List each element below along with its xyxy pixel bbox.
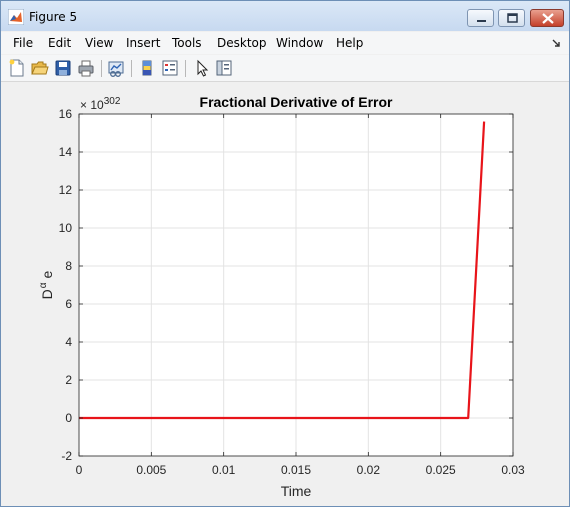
y-axis-label-suffix: e — [39, 270, 55, 278]
open-file-icon[interactable] — [31, 59, 49, 77]
y-tick-label: 2 — [65, 373, 72, 387]
x-tick-label: 0.015 — [281, 463, 311, 477]
y-tick-label: 6 — [65, 297, 72, 311]
y-tick-label: 4 — [65, 335, 72, 349]
edit-plot-arrow-icon[interactable] — [193, 59, 211, 77]
y-tick-label: 10 — [59, 221, 73, 235]
y-tick-label: 0 — [65, 411, 72, 425]
matlab-icon — [8, 9, 24, 25]
x-tick-labels: 0 0.005 0.01 0.015 0.02 0.025 0.03 — [76, 463, 525, 477]
menu-edit[interactable]: Edit — [48, 36, 71, 50]
minimize-icon — [477, 20, 486, 22]
plot-svg: 0 0.005 0.01 0.015 0.02 0.025 0.03 -2 0 2 4 6 8 10 12… — [38, 94, 525, 499]
menu-bar: File Edit View Insert Tools Desktop Wind… — [1, 32, 569, 54]
y-tick-label: -2 — [61, 449, 72, 463]
menu-file[interactable]: File — [13, 36, 33, 50]
window-title: Figure 5 — [29, 10, 78, 24]
insert-colorbar-icon[interactable] — [138, 59, 156, 77]
save-icon[interactable] — [54, 59, 72, 77]
y-tick-label: 12 — [59, 183, 73, 197]
figure-window: Figure 5 File Edit View Insert Tools Des… — [0, 0, 570, 507]
toolbar-separator — [101, 60, 102, 77]
print-icon[interactable] — [77, 59, 95, 77]
close-icon — [542, 13, 554, 24]
menu-help[interactable]: Help — [336, 36, 363, 50]
y-tick-label: 14 — [59, 145, 73, 159]
y-axis-label: Dαe — [38, 270, 55, 299]
minimize-button[interactable] — [467, 9, 494, 27]
menu-tools[interactable]: Tools — [172, 36, 202, 50]
y-exponent-label: × 10302 — [80, 96, 121, 112]
x-axis-label: Time — [281, 483, 312, 499]
y-tick-labels: -2 0 2 4 6 8 10 12 14 16 — [59, 107, 73, 463]
dock-arrow-icon[interactable] — [551, 38, 561, 48]
y-exponent-value: 302 — [104, 96, 121, 107]
toolbar-separator — [185, 60, 186, 77]
close-button[interactable] — [530, 9, 564, 27]
chart-title: Fractional Derivative of Error — [200, 94, 394, 110]
y-tick-label: 8 — [65, 259, 72, 273]
x-tick-label: 0 — [76, 463, 83, 477]
figure-toolbar — [1, 55, 569, 82]
title-bar[interactable]: Figure 5 — [1, 1, 569, 31]
link-plot-icon[interactable] — [107, 59, 125, 77]
x-tick-label: 0.01 — [212, 463, 236, 477]
show-plot-tools-icon[interactable] — [215, 59, 233, 77]
y-exponent-base: × 10 — [80, 98, 104, 112]
menu-insert[interactable]: Insert — [126, 36, 160, 50]
maximize-button[interactable] — [498, 9, 525, 27]
figure-canvas: 0 0.005 0.01 0.015 0.02 0.025 0.03 -2 0 2 4 6 8 10 12… — [2, 83, 569, 506]
x-tick-label: 0.025 — [426, 463, 456, 477]
toolbar-separator — [131, 60, 132, 77]
menu-window[interactable]: Window — [276, 36, 323, 50]
maximize-icon — [507, 13, 518, 23]
x-tick-label: 0.03 — [501, 463, 525, 477]
x-tick-label: 0.02 — [357, 463, 381, 477]
y-tick-label: 16 — [59, 107, 73, 121]
y-axis-label-base: D — [39, 289, 55, 299]
y-axis-label-superscript: α — [38, 282, 49, 288]
menu-desktop[interactable]: Desktop — [217, 36, 267, 50]
new-figure-icon[interactable] — [8, 59, 26, 77]
insert-legend-icon[interactable] — [161, 59, 179, 77]
x-tick-label: 0.005 — [136, 463, 166, 477]
menu-view[interactable]: View — [85, 36, 113, 50]
